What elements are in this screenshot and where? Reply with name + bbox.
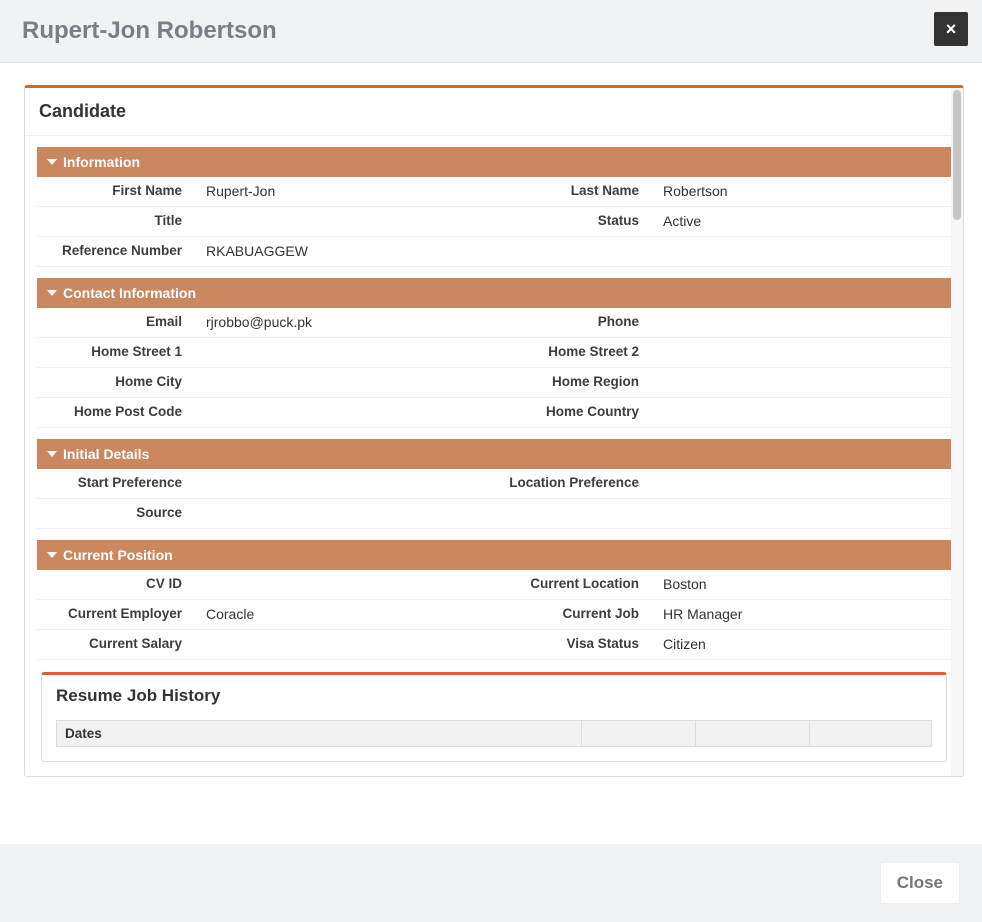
- candidate-modal: Rupert-Jon Robertson × Candidate Informa…: [0, 0, 982, 922]
- label-cur-job: Current Job: [494, 600, 649, 629]
- card-title: Candidate: [25, 88, 963, 136]
- value-source: [192, 499, 494, 528]
- resume-history-table: Dates: [42, 720, 946, 761]
- value-home-post: [192, 398, 494, 427]
- label-cur-emp: Current Employer: [37, 600, 192, 629]
- col-blank-3: [809, 721, 932, 747]
- label-email: Email: [37, 308, 192, 337]
- value-cur-job: HR Manager: [649, 600, 951, 629]
- close-button[interactable]: Close: [880, 862, 960, 904]
- row-post-country: Home Post Code Home Country: [37, 398, 951, 428]
- value-email: rjrobbo@puck.pk: [192, 308, 494, 337]
- label-last-name: Last Name: [494, 177, 649, 206]
- modal-header: Rupert-Jon Robertson ×: [0, 0, 982, 63]
- row-email-phone: Email rjrobbo@puck.pk Phone: [37, 308, 951, 338]
- close-x-glyph: ×: [946, 20, 957, 38]
- value-home-street2: [649, 338, 951, 367]
- label-home-region: Home Region: [494, 368, 649, 397]
- value-status: Active: [649, 207, 951, 236]
- label-phone: Phone: [494, 308, 649, 337]
- col-blank-1: [582, 721, 696, 747]
- section-body-initial: Start Preference Location Preference Sou…: [37, 469, 951, 529]
- value-title: [192, 207, 494, 236]
- section-label-position: Current Position: [63, 547, 173, 563]
- row-city-region: Home City Home Region: [37, 368, 951, 398]
- col-blank-2: [695, 721, 809, 747]
- label-cur-sal: Current Salary: [37, 630, 192, 659]
- row-cursal-visa: Current Salary Visa Status Citizen: [37, 630, 951, 660]
- resume-history-card: Resume Job History Dates: [41, 672, 947, 762]
- label-home-post: Home Post Code: [37, 398, 192, 427]
- section-header-initial[interactable]: Initial Details: [37, 439, 951, 469]
- label-title: Title: [37, 207, 192, 236]
- label-source: Source: [37, 499, 192, 528]
- footer-gap: [0, 792, 982, 844]
- row-reference: Reference Number RKABUAGGEW: [37, 237, 951, 267]
- chevron-down-icon: [47, 451, 57, 457]
- section-label-information: Information: [63, 154, 140, 170]
- row-first-last: First Name Rupert-Jon Last Name Robertso…: [37, 177, 951, 207]
- resume-history-title: Resume Job History: [42, 675, 946, 720]
- row-street12: Home Street 1 Home Street 2: [37, 338, 951, 368]
- label-status: Status: [494, 207, 649, 236]
- label-home-street2: Home Street 2: [494, 338, 649, 367]
- label-home-city: Home City: [37, 368, 192, 397]
- value-first-name: Rupert-Jon: [192, 177, 494, 206]
- value-cur-emp: Coracle: [192, 600, 494, 629]
- label-start-pref: Start Preference: [37, 469, 192, 498]
- label-home-street1: Home Street 1: [37, 338, 192, 367]
- label-cv-id: CV ID: [37, 570, 192, 599]
- value-reference: RKABUAGGEW: [192, 237, 494, 266]
- value-visa: Citizen: [649, 630, 951, 659]
- label-cur-loc: Current Location: [494, 570, 649, 599]
- candidate-card: Candidate Information First Name Rupert-…: [25, 88, 963, 762]
- section-body-contact: Email rjrobbo@puck.pk Phone Home Street …: [37, 308, 951, 428]
- row-cvid-curloc: CV ID Current Location Boston: [37, 570, 951, 600]
- section-header-position[interactable]: Current Position: [37, 540, 951, 570]
- value-home-region: [649, 368, 951, 397]
- value-home-country: [649, 398, 951, 427]
- value-home-street1: [192, 338, 494, 367]
- label-first-name: First Name: [37, 177, 192, 206]
- row-source: Source: [37, 499, 951, 529]
- scrollbar[interactable]: [951, 88, 963, 776]
- chevron-down-icon: [47, 552, 57, 558]
- section-header-contact[interactable]: Contact Information: [37, 278, 951, 308]
- section-body-information: First Name Rupert-Jon Last Name Robertso…: [37, 177, 951, 267]
- close-icon[interactable]: ×: [934, 12, 968, 46]
- section-body-position: CV ID Current Location Boston Current Em…: [37, 570, 951, 660]
- row-title-status: Title Status Active: [37, 207, 951, 237]
- label-loc-pref: Location Preference: [494, 469, 649, 498]
- value-home-city: [192, 368, 494, 397]
- scroll-area[interactable]: Candidate Information First Name Rupert-…: [24, 85, 964, 777]
- value-phone: [649, 308, 951, 337]
- modal-body: Candidate Information First Name Rupert-…: [0, 63, 982, 792]
- chevron-down-icon: [47, 159, 57, 165]
- value-loc-pref: [649, 469, 951, 498]
- value-start-pref: [192, 469, 494, 498]
- col-dates: Dates: [57, 721, 582, 747]
- value-cur-loc: Boston: [649, 570, 951, 599]
- chevron-down-icon: [47, 290, 57, 296]
- modal-title: Rupert-Jon Robertson: [22, 17, 277, 45]
- row-curemp-curjob: Current Employer Coracle Current Job HR …: [37, 600, 951, 630]
- value-last-name: Robertson: [649, 177, 951, 206]
- label-visa: Visa Status: [494, 630, 649, 659]
- scrollbar-thumb[interactable]: [953, 90, 961, 220]
- section-label-contact: Contact Information: [63, 285, 196, 301]
- modal-footer: Close: [0, 844, 982, 922]
- label-reference: Reference Number: [37, 237, 192, 266]
- label-home-country: Home Country: [494, 398, 649, 427]
- value-cv-id: [192, 570, 494, 599]
- value-cur-sal: [192, 630, 494, 659]
- section-label-initial: Initial Details: [63, 446, 149, 462]
- section-header-information[interactable]: Information: [37, 147, 951, 177]
- row-startpref-locpref: Start Preference Location Preference: [37, 469, 951, 499]
